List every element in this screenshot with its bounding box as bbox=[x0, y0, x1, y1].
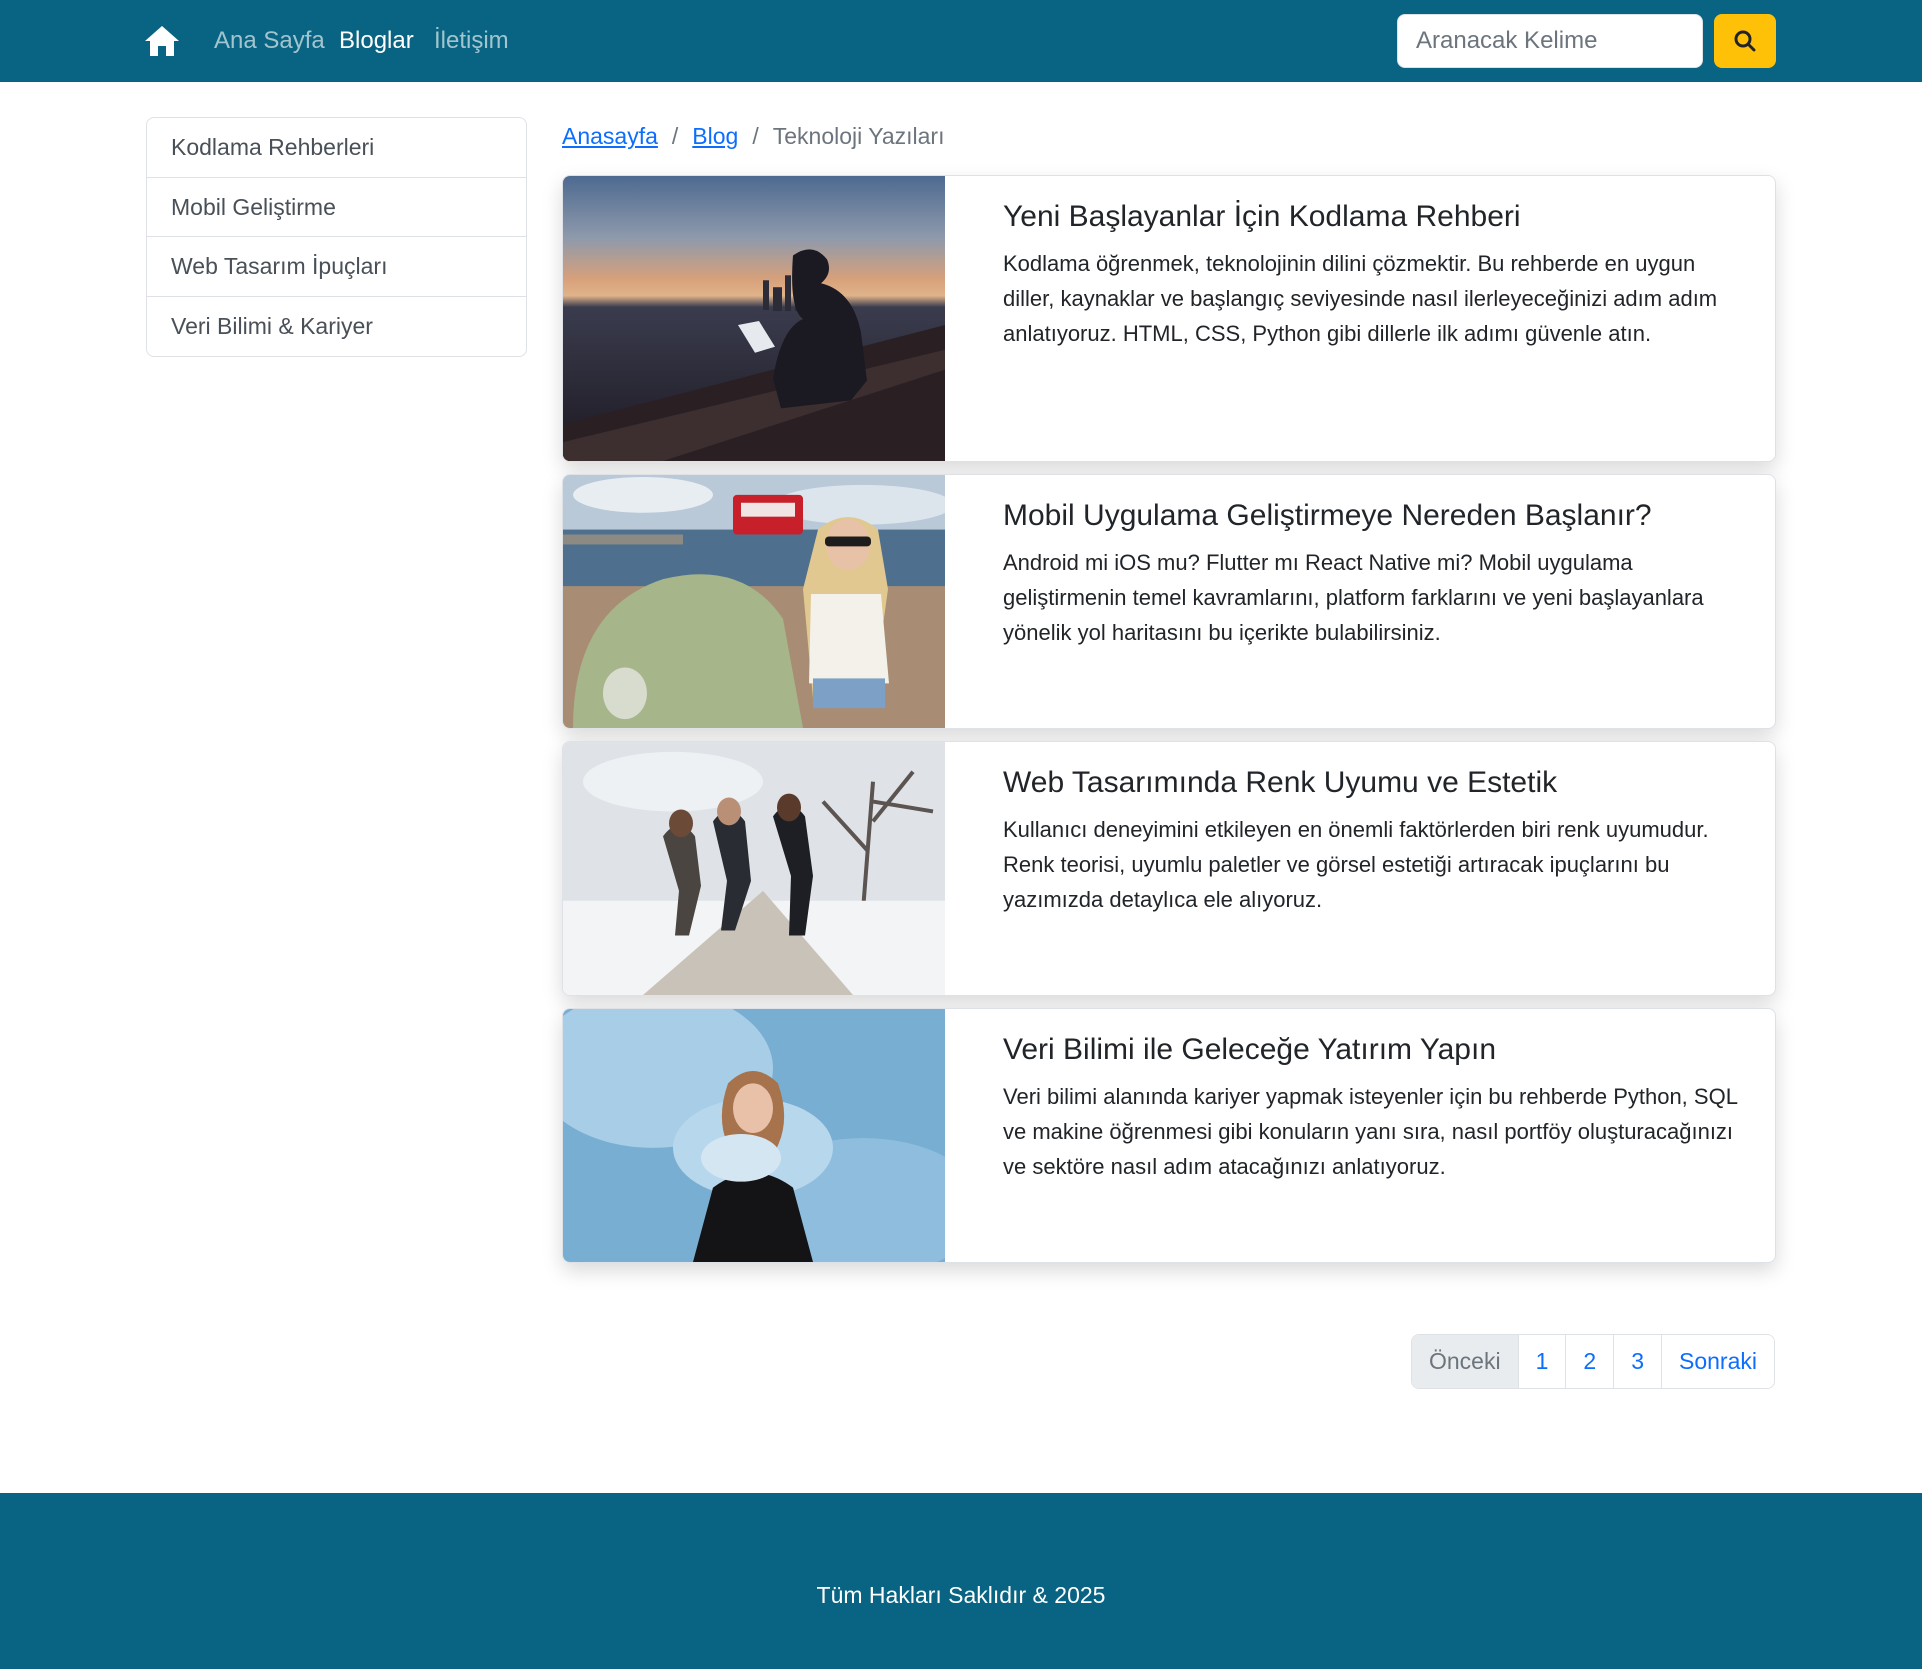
nav-link-contact[interactable]: İletişim bbox=[434, 26, 509, 56]
breadcrumb-blog-link[interactable]: Blog bbox=[692, 121, 738, 151]
category-sidebar: Kodlama Rehberleri Mobil Geliştirme Web … bbox=[146, 117, 527, 357]
breadcrumb-home-link[interactable]: Anasayfa bbox=[562, 121, 658, 151]
nav-link-blogs[interactable]: Bloglar bbox=[339, 26, 414, 56]
post-excerpt: Veri bilimi alanında kariyer yapmak iste… bbox=[1003, 1084, 1738, 1179]
home-icon[interactable] bbox=[144, 24, 180, 58]
post-excerpt: Kodlama öğrenmek, teknolojinin dilini çö… bbox=[1003, 251, 1718, 346]
sidebar-item-data-science-career[interactable]: Veri Bilimi & Kariyer bbox=[147, 297, 526, 357]
woman-vintage-car-beach-photo bbox=[563, 475, 945, 728]
post-title[interactable]: Web Tasarımında Renk Uyumu ve Estetik bbox=[1003, 764, 1743, 802]
post-excerpt: Android mi iOS mu? Flutter mı React Nati… bbox=[1003, 550, 1704, 645]
person-laptop-city-sunset-photo bbox=[563, 176, 945, 461]
top-navbar: Ana Sayfa Bloglar İletişim bbox=[0, 0, 1922, 82]
woman-blue-smoke-photo bbox=[563, 1009, 945, 1262]
blog-card[interactable]: Web Tasarımında Renk Uyumu ve Estetik Ku… bbox=[562, 741, 1776, 996]
blog-card[interactable]: Veri Bilimi ile Geleceğe Yatırım Yapın V… bbox=[562, 1008, 1776, 1263]
breadcrumb-separator: / bbox=[671, 123, 679, 149]
sidebar-item-web-design-tips[interactable]: Web Tasarım İpuçları bbox=[147, 237, 526, 297]
sidebar-item-coding-guides[interactable]: Kodlama Rehberleri bbox=[147, 118, 526, 178]
breadcrumb-current: Teknoloji Yazıları bbox=[772, 123, 945, 149]
blog-card[interactable]: Yeni Başlayanlar İçin Kodlama Rehberi Ko… bbox=[562, 175, 1776, 462]
post-title[interactable]: Mobil Uygulama Geliştirmeye Nereden Başl… bbox=[1003, 497, 1743, 535]
nav-link-home[interactable]: Ana Sayfa bbox=[214, 26, 325, 56]
post-title[interactable]: Veri Bilimi ile Geleceğe Yatırım Yapın bbox=[1003, 1031, 1743, 1069]
search-icon bbox=[1734, 30, 1756, 52]
post-title[interactable]: Yeni Başlayanlar İçin Kodlama Rehberi bbox=[1003, 198, 1743, 236]
breadcrumb: Anasayfa / Blog / Teknoloji Yazıları bbox=[562, 121, 944, 151]
pagination-prev: Önceki bbox=[1412, 1335, 1518, 1388]
pagination-next[interactable]: Sonraki bbox=[1660, 1335, 1774, 1388]
pagination-page-1[interactable]: 1 bbox=[1517, 1335, 1566, 1388]
page-footer: Tüm Hakları Saklıdır & 2025 bbox=[0, 1493, 1922, 1669]
search-input[interactable] bbox=[1397, 14, 1703, 68]
footer-copyright: Tüm Hakları Saklıdır & 2025 bbox=[816, 1582, 1106, 1608]
friends-jumping-snow-photo bbox=[563, 742, 945, 995]
post-excerpt: Kullanıcı deneyimini etkileyen en önemli… bbox=[1003, 817, 1709, 912]
pagination-page-3[interactable]: 3 bbox=[1613, 1335, 1661, 1388]
pagination: Önceki 1 2 3 Sonraki bbox=[1411, 1334, 1775, 1389]
pagination-page-2[interactable]: 2 bbox=[1565, 1335, 1614, 1388]
sidebar-item-mobile-development[interactable]: Mobil Geliştirme bbox=[147, 178, 526, 237]
search-button[interactable] bbox=[1714, 14, 1776, 68]
breadcrumb-separator: / bbox=[752, 123, 759, 149]
blog-card[interactable]: Mobil Uygulama Geliştirmeye Nereden Başl… bbox=[562, 474, 1776, 729]
